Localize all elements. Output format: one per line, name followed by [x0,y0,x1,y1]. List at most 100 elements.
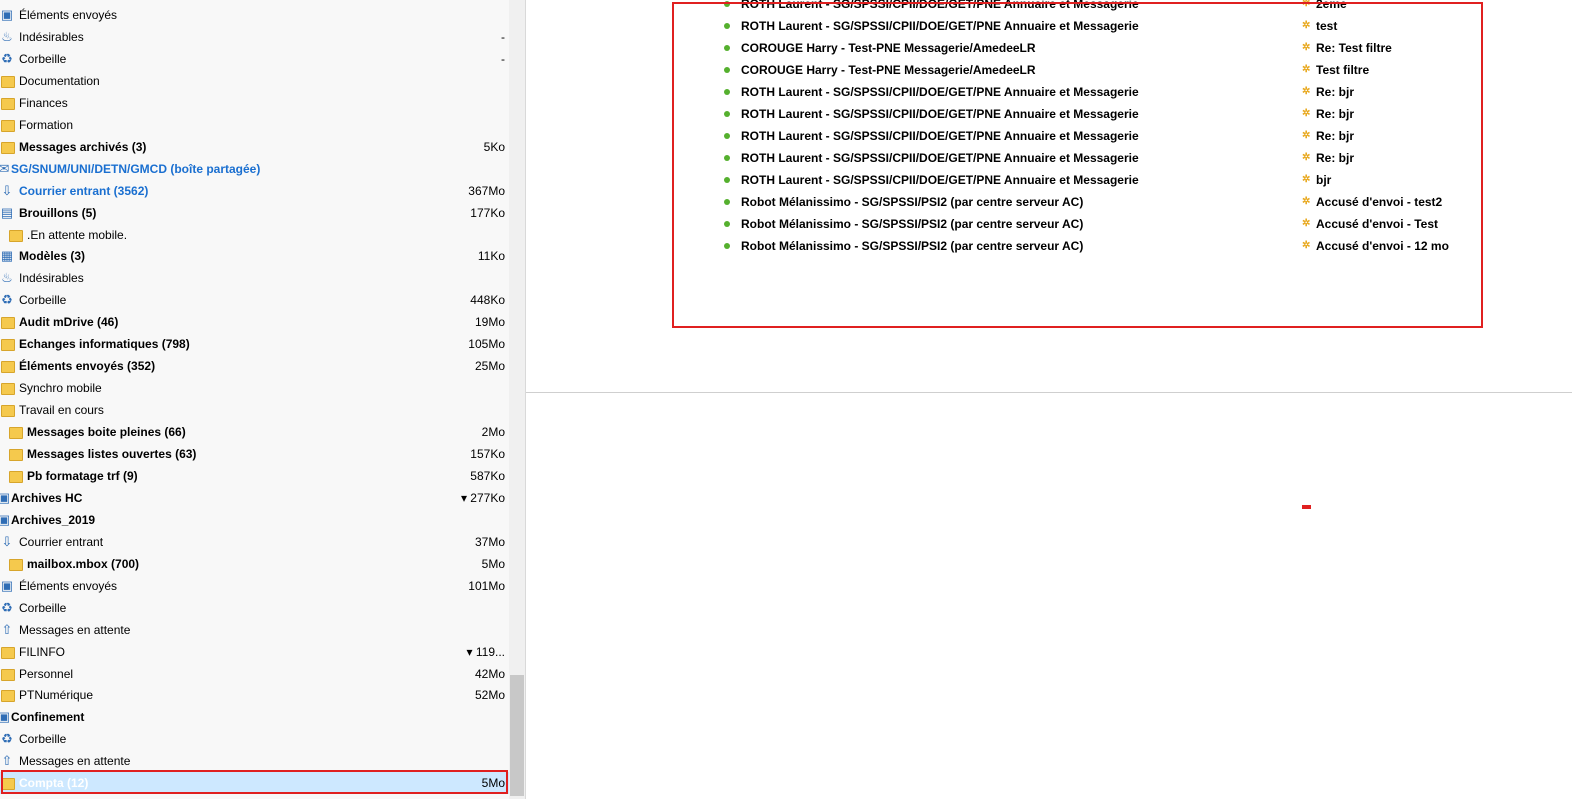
message-row[interactable]: COROUGE Harry - Test-PNE Messagerie/Amed… [526,59,1572,81]
folder-size: - [501,51,505,66]
folder-item[interactable]: ▣ Éléments envoyés 101Mo [0,575,509,597]
folder-item[interactable]: ▣ Confinement [0,706,509,728]
folder-item[interactable]: Documentation [0,70,509,92]
thread-star-icon[interactable]: ✲ [1302,0,1310,11]
preview-splitter[interactable] [526,392,1572,393]
folder-size: 101Mo [468,578,505,593]
unread-dot-icon[interactable] [724,67,730,73]
message-sender: Robot Mélanissimo - SG/SPSSI/PSI2 (par c… [741,195,1084,209]
message-sender: COROUGE Harry - Test-PNE Messagerie/Amed… [741,41,1036,55]
thread-star-icon[interactable]: ✲ [1302,239,1310,253]
folder-item[interactable]: Audit mDrive (46) 19Mo [0,311,509,333]
thread-star-icon[interactable]: ✲ [1302,129,1310,143]
message-row[interactable]: ROTH Laurent - SG/SPSSI/CPII/DOE/GET/PNE… [526,103,1572,125]
message-row[interactable]: ROTH Laurent - SG/SPSSI/CPII/DOE/GET/PNE… [526,147,1572,169]
folder-item[interactable]: Echanges informatiques (798) 105Mo [0,333,509,355]
unread-dot-icon[interactable] [724,111,730,117]
folder-size: 11Ko [477,249,505,264]
folder-item[interactable]: ⇧ Messages en attente [0,750,509,772]
folder-item[interactable]: Formation [0,114,509,136]
folder-item[interactable]: Messages archivés (3) 5Ko [0,136,509,158]
message-sender: ROTH Laurent - SG/SPSSI/CPII/DOE/GET/PNE… [741,107,1139,121]
folder-item[interactable]: Travail en cours [0,399,509,421]
message-row[interactable]: ROTH Laurent - SG/SPSSI/CPII/DOE/GET/PNE… [526,169,1572,191]
folder-item[interactable]: ▦ Modèles (3) 11Ko [0,245,509,267]
folder-item[interactable]: ♻ Corbeille [0,597,509,619]
folder-item[interactable]: ✉ SG/SNUM/UNI/DETN/GMCD (boîte partagée) [0,158,509,180]
account-icon: ✉ [0,160,10,176]
thread-star-icon[interactable]: ✲ [1302,151,1310,165]
thread-star-icon[interactable]: ✲ [1302,19,1310,33]
unread-dot-icon[interactable] [724,221,730,227]
folder-size: - [501,29,505,44]
folder-icon [0,358,15,374]
message-row[interactable]: ROTH Laurent - SG/SPSSI/CPII/DOE/GET/PNE… [526,15,1572,37]
folder-item[interactable]: .En attente mobile. [0,224,509,246]
unread-dot-icon[interactable] [724,1,730,7]
message-row[interactable]: COROUGE Harry - Test-PNE Messagerie/Amed… [526,37,1572,59]
message-row[interactable]: Robot Mélanissimo - SG/SPSSI/PSI2 (par c… [526,235,1572,257]
folder-item[interactable]: Finances [0,92,509,114]
folder-item[interactable]: Compta (12) 5Mo [0,772,509,795]
message-sender: Robot Mélanissimo - SG/SPSSI/PSI2 (par c… [741,239,1084,253]
folder-item[interactable]: Personnel 42Mo [0,663,509,685]
folder-item[interactable]: FILINFO ▾ 119... [0,641,509,663]
folder-item[interactable]: ▣ Archives HC ▾ 277Ko [0,487,509,509]
folder-item[interactable]: Messages listes ouvertes (63) 157Ko [0,443,509,465]
folder-label: Modèles (3) [19,249,86,264]
folder-item[interactable]: ♻ Corbeille [0,728,509,750]
folder-label: Indésirables [19,271,84,286]
folder-item[interactable]: ⇩ Courrier entrant (3562) 367Mo [0,180,509,202]
unread-dot-icon[interactable] [724,199,730,205]
folder-size: 42Mo [474,666,505,681]
unread-dot-icon[interactable] [724,23,730,29]
folder-label: FILINFO [19,644,66,659]
message-subject: Accusé d'envoi - 12 mo [1316,239,1449,253]
folder-item[interactable]: Messages boite pleines (66) 2Mo [0,421,509,443]
thread-star-icon[interactable]: ✲ [1302,195,1310,209]
folder-item[interactable]: Éléments envoyés (352) 25Mo [0,355,509,377]
folder-item[interactable]: ♨ Indésirables [0,267,509,289]
folder-item[interactable]: ♻ Corbeille - [0,48,509,70]
folder-size: ▾ 119... [466,644,506,659]
unread-dot-icon[interactable] [724,177,730,183]
folder-scrollbar-thumb[interactable] [510,675,524,796]
folder-item[interactable]: Synchro mobile [0,377,509,399]
message-row[interactable]: Robot Mélanissimo - SG/SPSSI/PSI2 (par c… [526,213,1572,235]
folder-label: Messages archivés (3) [19,139,147,154]
thread-star-icon[interactable]: ✲ [1302,107,1310,121]
unread-dot-icon[interactable] [724,243,730,249]
folder-item[interactable]: ♻ Corbeille 448Ko [0,289,509,311]
unread-dot-icon[interactable] [724,155,730,161]
folder-label: .En attente mobile. [27,227,128,242]
message-row[interactable]: Robot Mélanissimo - SG/SPSSI/PSI2 (par c… [526,191,1572,213]
thread-star-icon[interactable]: ✲ [1302,217,1310,231]
folder-item[interactable]: PTNumérique 52Mo [0,684,509,706]
message-list: ROTH Laurent - SG/SPSSI/CPII/DOE/GET/PNE… [526,0,1572,392]
folder-item[interactable]: ♨ Indésirables - [0,26,509,48]
folder-item[interactable]: ▣ Archives_2019 [0,509,509,531]
folder-icon [0,314,15,330]
thread-star-icon[interactable]: ✲ [1302,41,1310,55]
unread-dot-icon[interactable] [724,45,730,51]
folder-item[interactable]: ⇧ Messages en attente [0,619,509,641]
folder-item[interactable]: ▤ Brouillons (5) 177Ko [0,202,509,224]
thread-star-icon[interactable]: ✲ [1302,173,1310,187]
message-sender: ROTH Laurent - SG/SPSSI/CPII/DOE/GET/PNE… [741,173,1139,187]
thread-star-icon[interactable]: ✲ [1302,63,1310,77]
unread-dot-icon[interactable] [724,133,730,139]
folder-item[interactable]: mailbox.mbox (700) 5Mo [0,553,509,575]
folder-icon [0,117,15,132]
message-row[interactable]: ROTH Laurent - SG/SPSSI/CPII/DOE/GET/PNE… [526,81,1572,103]
folder-item[interactable]: Pb formatage trf (9) 587Ko [0,465,509,487]
thread-star-icon[interactable]: ✲ [1302,85,1310,99]
folder-size: 587Ko [470,468,505,483]
trash-icon: ♻ [1,292,13,308]
message-row[interactable]: ROTH Laurent - SG/SPSSI/CPII/DOE/GET/PNE… [526,0,1572,15]
unread-dot-icon[interactable] [724,89,730,95]
folder-item[interactable]: ▣ Éléments envoyés [0,4,509,26]
folder-icon [0,73,15,88]
message-subject: Re: bjr [1316,85,1355,99]
message-row[interactable]: ROTH Laurent - SG/SPSSI/CPII/DOE/GET/PNE… [526,125,1572,147]
folder-item[interactable]: ⇩ Courrier entrant 37Mo [0,531,509,553]
